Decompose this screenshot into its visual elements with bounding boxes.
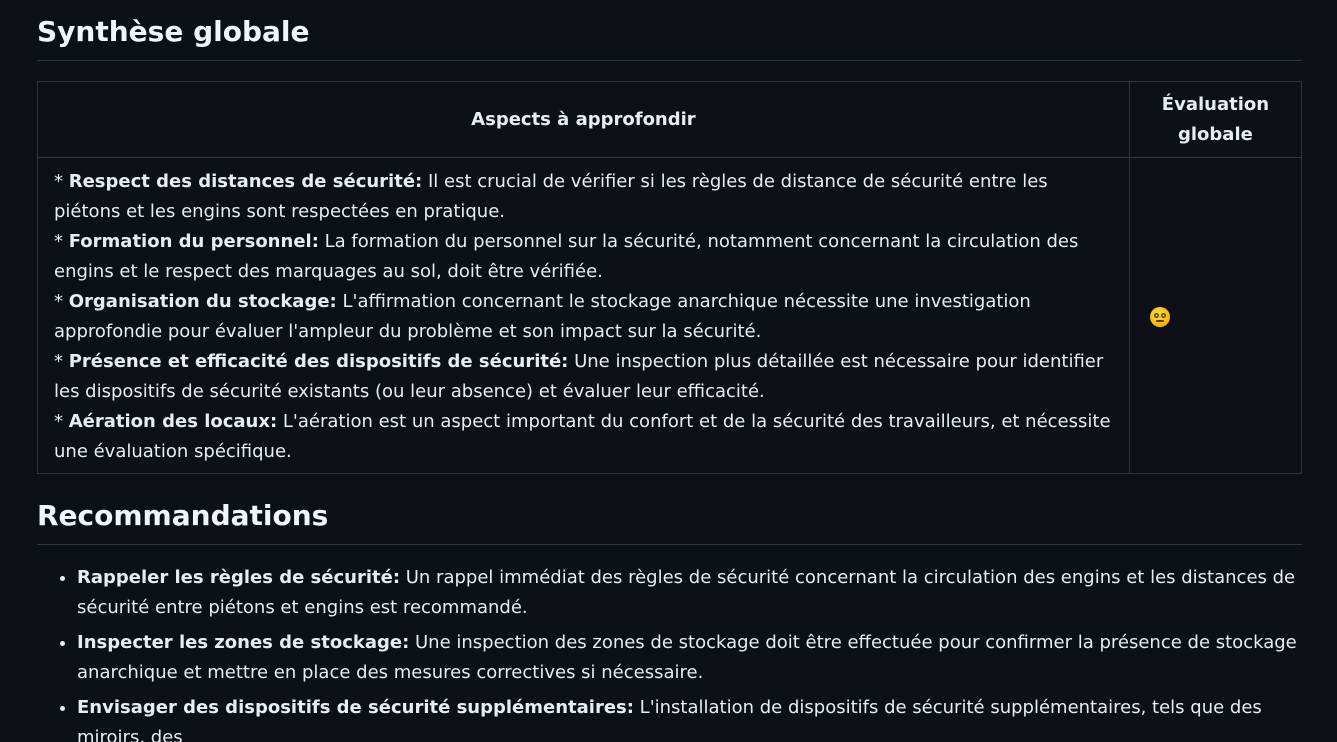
list-item: Envisager des dispositifs de sécurité su… <box>77 693 1302 742</box>
aspect-label: Aération des locaux: <box>68 411 278 432</box>
list-item: Rappeler les règles de sécurité: Un rapp… <box>77 563 1302 623</box>
aspect-item: * Organisation du stockage: L'affirmatio… <box>54 287 1113 347</box>
aspect-bullet: * <box>54 291 69 312</box>
recommandation-label: Inspecter les zones de stockage: <box>77 632 410 653</box>
evaluation-cell <box>1128 157 1303 474</box>
aspect-label: Respect des distances de sécurité: <box>68 171 423 192</box>
section-title-synthese: Synthèse globale <box>37 0 1302 61</box>
header-aspects: Aspects à approfondir <box>37 81 1130 158</box>
recommandation-label: Envisager des dispositifs de sécurité su… <box>77 697 634 718</box>
aspect-item: * Formation du personnel: La formation d… <box>54 227 1113 287</box>
aspect-item: * Aération des locaux: L'aération est un… <box>54 407 1113 467</box>
aspect-label: Présence et efficacité des dispositifs d… <box>68 351 569 372</box>
aspects-cell: * Respect des distances de sécurité: Il … <box>37 157 1130 474</box>
aspect-bullet: * <box>54 171 69 192</box>
aspect-item: * Présence et efficacité des dispositifs… <box>54 347 1113 407</box>
aspect-bullet: * <box>54 411 69 432</box>
list-item: Inspecter les zones de stockage: Une ins… <box>77 628 1302 688</box>
aspect-bullet: * <box>54 231 69 252</box>
aspect-label: Formation du personnel: <box>68 231 319 252</box>
document: Synthèse globale Aspects à approfondir É… <box>37 0 1303 742</box>
table-row: * Respect des distances de sécurité: Il … <box>37 157 1303 474</box>
aspect-label: Organisation du stockage: <box>68 291 337 312</box>
aspect-bullet: * <box>54 351 69 372</box>
header-evaluation: Évaluation globale <box>1128 81 1303 158</box>
recommandations-list: Rappeler les règles de sécurité: Un rapp… <box>37 563 1302 742</box>
aspect-item: * Respect des distances de sécurité: Il … <box>54 167 1113 227</box>
synthese-table: Aspects à approfondir Évaluation globale… <box>37 81 1303 474</box>
neutral-face-emoji-icon <box>1149 307 1170 327</box>
recommandation-label: Rappeler les règles de sécurité: <box>77 567 401 588</box>
table-header-row: Aspects à approfondir Évaluation globale <box>37 81 1303 158</box>
section-title-recommandations: Recommandations <box>37 498 1302 545</box>
